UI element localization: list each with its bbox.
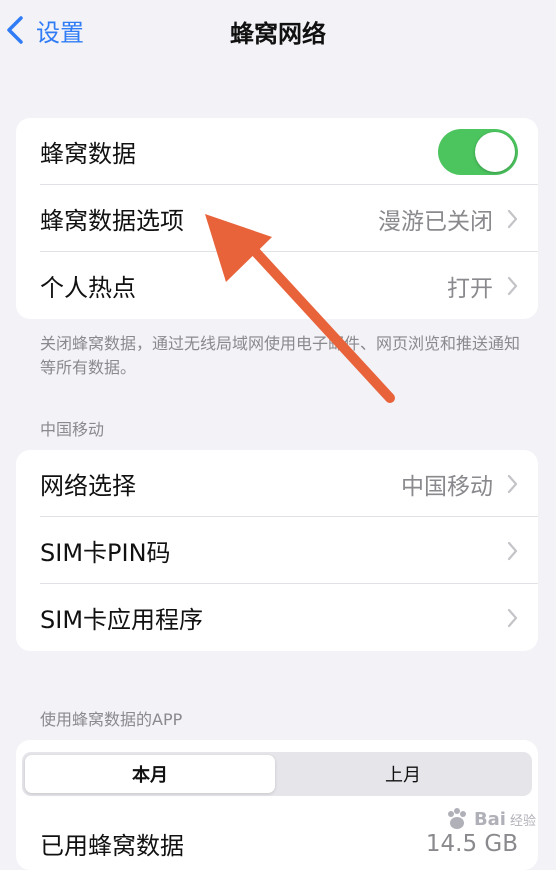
- personal-hotspot-row[interactable]: 个人热点 打开: [16, 252, 538, 319]
- carrier-section-header: 中国移动: [40, 420, 105, 439]
- personal-hotspot-label: 个人热点: [40, 274, 136, 302]
- watermark-sub: 经验: [509, 813, 536, 829]
- cellular-data-label: 蜂窝数据: [40, 140, 136, 168]
- personal-hotspot-value: 打开: [447, 275, 493, 302]
- sim-apps-row[interactable]: SIM卡应用程序: [16, 584, 538, 651]
- roaming-status-value: 漫游已关闭: [378, 208, 493, 235]
- watermark: Bai 经验: [444, 806, 536, 832]
- chevron-right-icon: [507, 608, 518, 627]
- network-selection-label: 网络选择: [40, 472, 136, 500]
- chevron-right-icon: [507, 541, 518, 560]
- carrier-settings-group: 网络选择 中国移动 SIM卡PIN码 SIM卡应用程序: [16, 450, 538, 651]
- chevron-right-icon: [507, 209, 518, 228]
- watermark-brand: Bai: [473, 808, 506, 830]
- sim-apps-label: SIM卡应用程序: [40, 606, 204, 634]
- cellular-data-options-label: 蜂窝数据选项: [40, 207, 184, 235]
- cellular-data-toggle[interactable]: [438, 128, 518, 175]
- cellular-settings-group: 蜂窝数据 蜂窝数据选项 漫游已关闭 个人热点 打开: [16, 118, 538, 319]
- period-segmented-control: 本月 上月: [22, 752, 532, 796]
- cellular-data-row: 蜂窝数据: [16, 118, 538, 185]
- toggle-knob: [475, 131, 515, 172]
- cellular-data-options-row[interactable]: 蜂窝数据选项 漫游已关闭: [16, 185, 538, 252]
- sim-pin-row[interactable]: SIM卡PIN码: [16, 517, 538, 584]
- chevron-right-icon: [507, 276, 518, 295]
- network-selection-row[interactable]: 网络选择 中国移动: [16, 450, 538, 517]
- paw-logo-icon: [447, 808, 466, 829]
- navigation-bar: 设置 蜂窝网络: [0, 0, 556, 62]
- sim-pin-label: SIM卡PIN码: [40, 539, 171, 567]
- segment-this-month[interactable]: 本月: [25, 755, 275, 793]
- segment-last-month[interactable]: 上月: [278, 755, 528, 793]
- app-usage-section-header: 使用蜂窝数据的APP: [40, 710, 183, 729]
- cellular-data-footnote: 关闭蜂窝数据，通过无线局域网使用电子邮件、网页浏览和推送通知等所有数据。: [40, 334, 521, 377]
- page-title: 蜂窝网络: [230, 20, 326, 48]
- network-selection-value: 中国移动: [401, 473, 493, 500]
- chevron-right-icon: [507, 474, 518, 493]
